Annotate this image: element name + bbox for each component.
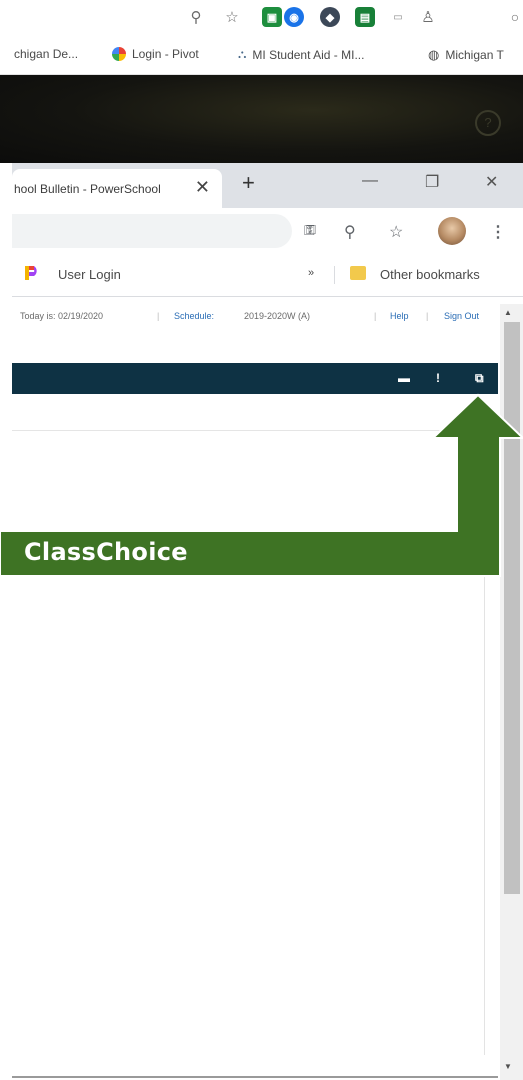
header-separator: | (374, 311, 377, 321)
bookmark-michigan[interactable]: ◍ Michigan T (428, 47, 504, 63)
cc-extension-icon[interactable]: ▭ (388, 7, 408, 27)
bookmark-user-login[interactable]: User Login (58, 267, 121, 282)
outer-bookmarks-bar: chigan De... Login - Pivot ⛬ MI Student A… (0, 36, 523, 75)
circle-extension-icon[interactable]: ○ (505, 7, 523, 27)
other-bookmarks-button[interactable]: Other bookmarks (380, 267, 480, 282)
today-date: Today is: 02/19/2020 (20, 311, 104, 321)
folder-icon (350, 266, 366, 280)
pivot-logo-icon (112, 47, 126, 61)
bookmark-login-pivot[interactable]: Login - Pivot (112, 47, 199, 61)
schedule-label[interactable]: Schedule: (174, 311, 214, 321)
sheets-extension-icon[interactable]: ▤ (355, 7, 375, 27)
omnibox[interactable]: ⚿ (12, 214, 315, 248)
tab-powerschool-bulletin[interactable]: hool Bulletin - PowerSchool ✕ (12, 169, 222, 208)
minimize-button[interactable]: — (362, 172, 378, 190)
person-extension-icon[interactable]: ♙ (418, 7, 438, 27)
star-icon[interactable]: ☆ (222, 7, 242, 27)
scroll-up-arrow-icon[interactable]: ▲ (504, 308, 512, 317)
dark-banner (0, 75, 523, 163)
bookmarks-divider (334, 266, 335, 284)
header-separator: | (157, 311, 160, 321)
shield-extension-icon[interactable]: ◉ (284, 7, 304, 27)
scroll-down-arrow-icon[interactable]: ▼ (504, 1062, 512, 1071)
bookmarks-overflow-button[interactable]: » (308, 267, 314, 279)
bookmark-michigan-de[interactable]: chigan De... (14, 47, 78, 61)
help-link[interactable]: Help (390, 311, 409, 321)
classroom-extension-icon[interactable]: ▣ (262, 7, 282, 27)
pivot-logo-icon (25, 266, 37, 280)
annotation-label: ClassChoice (24, 538, 188, 566)
new-tab-button[interactable]: + (242, 170, 255, 196)
help-circle-icon[interactable]: ? (475, 110, 501, 136)
schedule-value: 2019-2020W (A) (244, 311, 311, 321)
alert-icon[interactable]: ! (436, 371, 440, 385)
menu-kebab-icon[interactable]: ⋮ (490, 222, 506, 242)
profile-avatar[interactable] (438, 217, 466, 245)
inner-bookmarks-bar: User Login » Other bookmarks (12, 254, 523, 297)
zoom-icon[interactable]: ⚲ (344, 222, 356, 242)
michigan-map-icon: ⛬ (238, 47, 247, 61)
tab-title: hool Bulletin - PowerSchool (14, 181, 161, 196)
star-icon[interactable]: ☆ (389, 222, 403, 242)
sign-out-link[interactable]: Sign Out (444, 311, 479, 321)
globe-icon: ◍ (428, 47, 440, 62)
new-window-icon[interactable]: ⧉ (475, 371, 484, 386)
content-panel (12, 575, 485, 1055)
bottom-border (12, 1076, 498, 1078)
bookmark-mi-student-aid[interactable]: ⛬ MI Student Aid - MI... (238, 47, 364, 62)
zoom-icon[interactable]: ⚲ (186, 7, 206, 27)
header-separator: | (426, 311, 429, 321)
tab-close-icon[interactable]: ✕ (195, 177, 210, 198)
privacy-extension-icon[interactable]: ◆ (320, 7, 340, 27)
tab-strip: hool Bulletin - PowerSchool ✕ (12, 163, 523, 208)
outer-browser-toolbar: ⚲ ☆ ▣ ◉ ◆ ▤ ▭ ♙ ○ (0, 0, 523, 36)
powerschool-header: Today is: 02/19/2020 | Schedule: 2019-20… (12, 297, 498, 337)
print-icon[interactable]: ▬ (398, 371, 410, 385)
restore-button[interactable]: ❐ (425, 172, 439, 192)
key-icon[interactable]: ⚿ (306, 222, 316, 238)
close-window-button[interactable]: ✕ (485, 172, 498, 192)
